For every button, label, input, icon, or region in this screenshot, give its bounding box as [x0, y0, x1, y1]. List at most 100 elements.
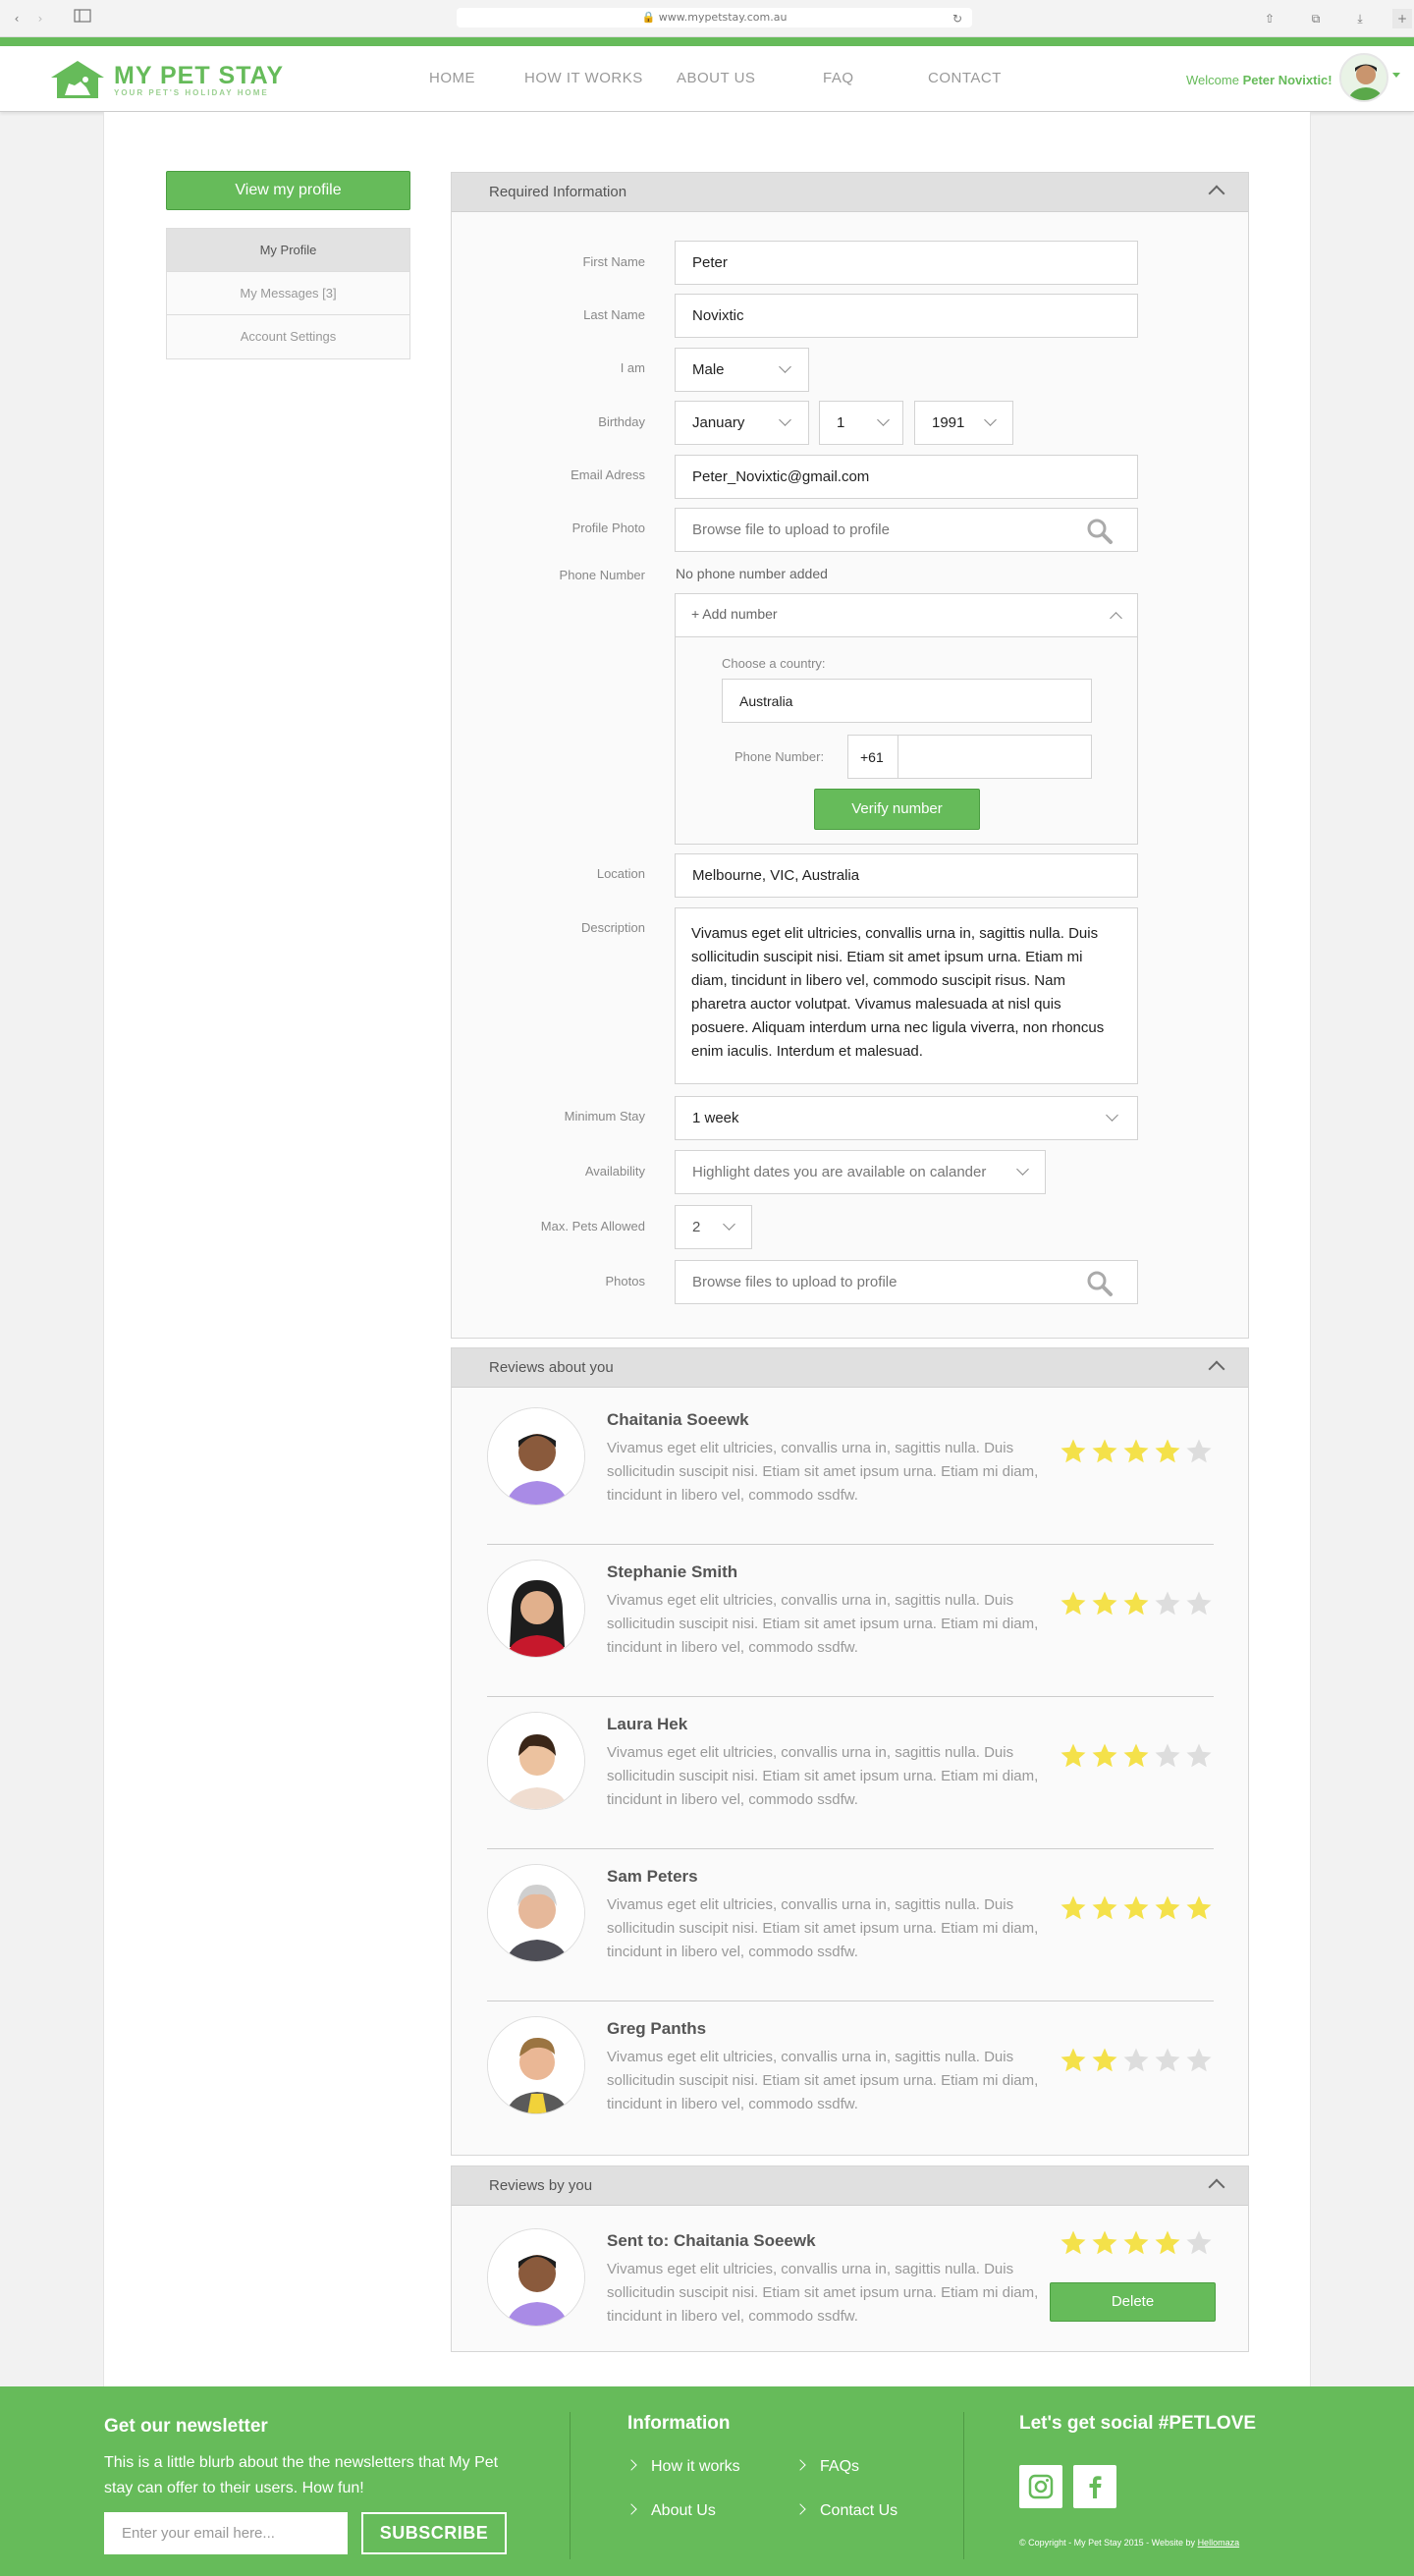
country-field[interactable]: Australia: [722, 679, 1092, 723]
sidebar-toggle-icon[interactable]: [73, 9, 92, 28]
review-divider: [487, 1848, 1214, 1849]
required-info-header[interactable]: Required Information: [452, 173, 1248, 212]
user-name: Peter Novixtic!: [1242, 73, 1332, 87]
collapse-chevron-icon[interactable]: [1208, 2178, 1225, 2196]
phone-number-input[interactable]: [897, 735, 1092, 779]
tabs-icon[interactable]: ⧉: [1306, 9, 1326, 28]
review-text: Vivamus eget elit ultricies, convallis u…: [607, 1440, 1039, 1504]
birth-year-select[interactable]: 1991: [914, 401, 1013, 445]
star-filled-icon: [1123, 1743, 1149, 1768]
footer-link-contact-us[interactable]: Contact Us: [796, 2502, 897, 2520]
welcome-message: Welcome Peter Novixtic!: [1186, 73, 1332, 87]
star-empty-icon: [1155, 1743, 1180, 1768]
chevron-down-icon: [1016, 1163, 1029, 1176]
nav-how-it-works[interactable]: HOW IT WORKS: [524, 70, 643, 86]
reviews-by-header[interactable]: Reviews by you: [452, 2166, 1248, 2206]
country-code-field[interactable]: +61: [847, 735, 898, 779]
collapse-chevron-icon[interactable]: [1208, 185, 1225, 202]
download-icon[interactable]: ⤓: [1350, 9, 1370, 28]
profile-photo-upload[interactable]: Browse file to upload to profile: [675, 508, 1138, 552]
star-empty-icon: [1123, 2048, 1149, 2072]
availability-select[interactable]: Highlight dates you are available on cal…: [675, 1150, 1046, 1194]
top-accent-strip: [0, 37, 1414, 46]
footer-link-faqs[interactable]: FAQs: [796, 2458, 859, 2476]
nav-home[interactable]: HOME: [429, 70, 475, 86]
reviewer-name: Stephanie Smith: [607, 1562, 738, 1581]
max-pets-value: 2: [692, 1219, 701, 1235]
subscribe-button[interactable]: SUBSCRIBE: [361, 2512, 507, 2554]
back-icon[interactable]: ‹: [10, 9, 24, 28]
review-text: Vivamus eget elit ultricies, convallis u…: [607, 1896, 1039, 1960]
location-label: Location: [596, 866, 645, 881]
forward-icon[interactable]: ›: [33, 9, 47, 28]
first-name-field[interactable]: Peter: [675, 241, 1138, 285]
address-bar[interactable]: 🔒 www.mypetstay.com.au: [457, 8, 972, 27]
gender-value: Male: [692, 361, 725, 378]
review-text: Vivamus eget elit ultricies, convallis u…: [607, 1744, 1039, 1808]
email-field[interactable]: Peter_Novixtic@gmail.com: [675, 455, 1138, 499]
required-info-panel: Required Information First Name Peter La…: [451, 172, 1249, 1339]
last-name-field[interactable]: Novixtic: [675, 294, 1138, 338]
photos-upload[interactable]: Browse files to upload to profile: [675, 1260, 1138, 1304]
new-tab-icon[interactable]: +: [1392, 9, 1412, 28]
profile-photo-label: Profile Photo: [571, 521, 645, 535]
star-filled-icon: [1186, 1895, 1212, 1920]
reviewer-name: Chaitania Soeewk: [607, 1410, 749, 1429]
credit-link[interactable]: Hellomaza: [1198, 2538, 1240, 2548]
search-icon[interactable]: [1086, 518, 1114, 545]
instagram-icon[interactable]: [1019, 2465, 1062, 2508]
location-field[interactable]: Melbourne, VIC, Australia: [675, 853, 1138, 898]
nav-contact[interactable]: CONTACT: [928, 70, 1002, 86]
star-filled-icon: [1092, 1591, 1117, 1616]
reload-icon[interactable]: ↻: [950, 9, 965, 28]
description-textarea[interactable]: Vivamus eget elit ultricies, convallis u…: [675, 907, 1138, 1084]
nav-faq[interactable]: FAQ: [823, 70, 854, 86]
sidebar-item-account-settings[interactable]: Account Settings: [167, 315, 409, 358]
copyright-label: © Copyright - My Pet Stay 2015 - Website…: [1019, 2538, 1196, 2548]
view-profile-button[interactable]: View my profile: [166, 171, 410, 210]
minimum-stay-label: Minimum Stay: [564, 1109, 645, 1124]
panel-title: Reviews about you: [489, 1359, 614, 1376]
social-title: Let's get social #PETLOVE: [1019, 2413, 1257, 2434]
add-number-toggle[interactable]: + Add number: [676, 594, 1137, 637]
newsletter-title: Get our newsletter: [104, 2416, 268, 2437]
footer-link-about-us[interactable]: About Us: [627, 2502, 716, 2520]
review-item: Greg Panths Vivamus eget elit ultricies, …: [487, 2016, 1214, 2154]
nav-about-us[interactable]: ABOUT US: [677, 70, 755, 86]
add-number-label: + Add number: [691, 606, 778, 622]
sidebar-item-my-messages[interactable]: My Messages [3]: [167, 272, 409, 315]
sidebar-item-my-profile[interactable]: My Profile: [167, 229, 409, 272]
panel-title: Required Information: [489, 184, 627, 200]
gender-select[interactable]: Male: [675, 348, 809, 392]
share-icon[interactable]: ⇧: [1260, 9, 1279, 28]
review-item: Stephanie Smith Vivamus eget elit ultrici…: [487, 1560, 1214, 1697]
availability-label: Availability: [584, 1164, 645, 1178]
review-divider: [487, 1544, 1214, 1545]
first-name-label: First Name: [582, 254, 645, 269]
birth-day-select[interactable]: 1: [819, 401, 903, 445]
footer-link-how-it-works[interactable]: How it works: [627, 2458, 740, 2476]
user-menu-caret-icon[interactable]: [1392, 73, 1400, 78]
site-footer: Get our newsletter This is a little blur…: [0, 2386, 1414, 2576]
collapse-chevron-icon[interactable]: [1208, 1360, 1225, 1378]
minimum-stay-select[interactable]: 1 week: [675, 1096, 1138, 1140]
facebook-icon[interactable]: [1073, 2465, 1116, 2508]
rating-stars: [1059, 1741, 1214, 1771]
verify-number-button[interactable]: Verify number: [814, 789, 980, 830]
birth-month-select[interactable]: January: [675, 401, 809, 445]
newsletter-email-input[interactable]: Enter your email here...: [104, 2512, 348, 2554]
review-item: Laura Hek Vivamus eget elit ultricies, co…: [487, 1712, 1214, 1849]
search-icon[interactable]: [1086, 1270, 1114, 1297]
add-number-box: + Add number Choose a country: Australia…: [675, 593, 1138, 845]
review-item: Sent to: Chaitania Soeewk Vivamus eget el…: [487, 2228, 1214, 2366]
star-filled-icon: [1060, 1591, 1086, 1616]
max-pets-select[interactable]: 2: [675, 1205, 752, 1249]
reviews-about-header[interactable]: Reviews about you: [452, 1348, 1248, 1388]
reviews-about-panel: Reviews about you Chaitania Soeewk Vivamu…: [451, 1347, 1249, 2156]
reviewer-avatar: [487, 2228, 585, 2327]
rating-stars: [1059, 1893, 1214, 1923]
star-filled-icon: [1155, 1439, 1180, 1463]
site-logo[interactable]: MY PET STAY YOUR PET'S HOLIDAY HOME: [47, 58, 284, 101]
star-filled-icon: [1123, 2230, 1149, 2255]
user-avatar[interactable]: [1339, 53, 1388, 102]
